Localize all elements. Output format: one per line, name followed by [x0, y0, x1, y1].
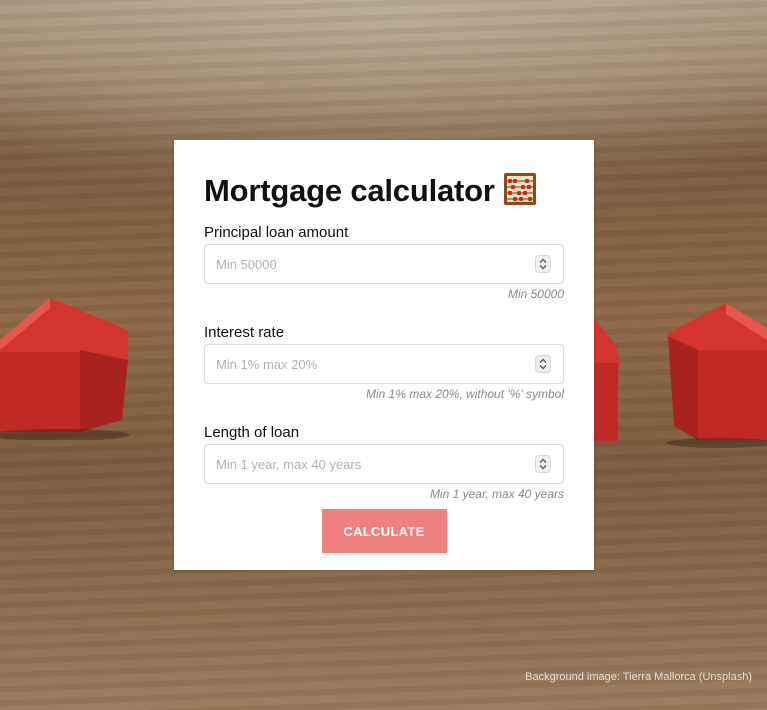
principal-hint: Min 50000	[507, 287, 564, 301]
stepper-arrows-icon	[539, 358, 547, 370]
principal-input[interactable]	[205, 245, 526, 283]
interest-input-box[interactable]	[204, 344, 564, 384]
abacus-icon	[503, 172, 537, 211]
title-row: Mortgage calculator	[204, 170, 564, 212]
principal-field: Principal loan amount Min 50000	[204, 224, 564, 302]
calculate-button[interactable]: CALCULATE	[321, 509, 447, 553]
interest-input[interactable]	[205, 345, 526, 383]
principal-input-box[interactable]	[204, 244, 564, 284]
length-label: Length of loan	[204, 424, 300, 441]
red-house-middle	[594, 318, 624, 448]
length-input[interactable]	[205, 445, 526, 483]
red-house-left	[0, 290, 130, 440]
stepper-arrows-icon	[539, 258, 547, 270]
stepper-arrows-icon	[539, 458, 547, 470]
page-title: Mortgage calculator	[204, 173, 495, 208]
interest-field: Interest rate Min 1% max 20%, without '%…	[204, 324, 564, 402]
length-input-box[interactable]	[204, 444, 564, 484]
background-credit: Background image: Tierra Mallorca (Unspl…	[525, 671, 752, 683]
calculator-card: Mortgage calculator Principal loan amoun…	[174, 140, 594, 570]
length-stepper[interactable]	[535, 455, 551, 473]
principal-stepper[interactable]	[535, 255, 551, 273]
interest-hint: Min 1% max 20%, without '%' symbol	[366, 387, 564, 401]
length-hint: Min 1 year, max 40 years	[429, 487, 564, 501]
interest-label: Interest rate	[204, 324, 285, 341]
principal-label: Principal loan amount	[204, 224, 349, 241]
red-house-right	[666, 298, 767, 448]
length-field: Length of loan Min 1 year, max 40 years	[204, 424, 564, 502]
interest-stepper[interactable]	[535, 355, 551, 373]
button-row: CALCULATE	[204, 509, 564, 553]
